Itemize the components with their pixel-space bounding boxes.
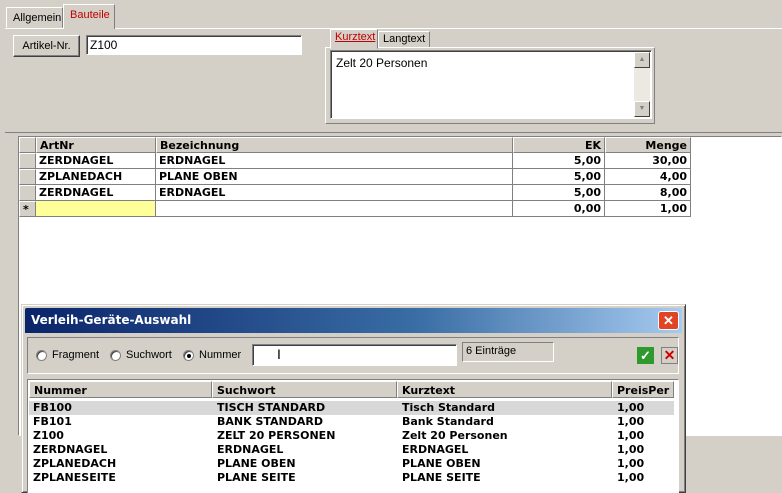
memo-scrollbar[interactable]: ▲ ▼	[634, 52, 650, 117]
list-item[interactable]: FB101 BANK STANDARD Bank Standard 1,00	[29, 415, 674, 429]
new-row-marker[interactable]: *	[19, 201, 36, 217]
list-cell-nummer: FB100	[33, 401, 72, 414]
tab-langtext[interactable]: Langtext	[378, 31, 430, 48]
radio-nummer-label[interactable]: Nummer	[199, 349, 241, 361]
list-cell-suchwort: PLANE OBEN	[217, 457, 296, 470]
grid-header-ek[interactable]: EK	[513, 137, 605, 153]
list-cell-nummer: ZPLANEDACH	[33, 457, 117, 470]
grid-header-bezeichnung[interactable]: Bezeichnung	[156, 137, 513, 153]
grid-cell-ek[interactable]: 5,00	[513, 153, 605, 169]
list-item[interactable]: FB100 TISCH STANDARD Tisch Standard 1,00	[29, 401, 674, 415]
grid-cell-bezeichnung[interactable]: ERDNAGEL	[156, 153, 513, 169]
list-item[interactable]: ZERDNAGEL ERDNAGEL ERDNAGEL 1,00	[29, 443, 674, 457]
list-cell-suchwort: BANK STANDARD	[217, 415, 323, 428]
row-marker[interactable]	[19, 169, 36, 185]
filter-panel: Fragment Suchwort Nummer I 6 Einträge ✓ …	[27, 337, 679, 374]
tab-label: Langtext	[383, 33, 426, 45]
grid-cell-artnr[interactable]: ZERDNAGEL	[36, 153, 156, 169]
grid-corner	[19, 137, 36, 153]
list-cell-preisper: 1,00	[617, 429, 645, 442]
list-header-preisper[interactable]: PreisPer	[612, 381, 674, 398]
tab-label: Allgemein	[13, 12, 62, 24]
list-header-nummer[interactable]: Nummer	[29, 381, 212, 398]
list-cell-preisper: 1,00	[617, 457, 645, 470]
grid-cell-ek-new[interactable]: 0,00	[513, 201, 605, 217]
cancel-x-icon[interactable]: ✕	[661, 347, 678, 364]
list-cell-kurztext: Zelt 20 Personen	[402, 429, 508, 442]
grid-cell-menge-new[interactable]: 1,00	[605, 201, 691, 217]
list-header-kurztext[interactable]: Kurztext	[397, 381, 612, 398]
list-cell-kurztext: ERDNAGEL	[402, 443, 469, 456]
tab-panel-bottom-border	[5, 132, 782, 133]
list-cell-preisper: 1,00	[617, 443, 645, 456]
grid-cell-artnr-new[interactable]	[36, 201, 156, 217]
scroll-down-icon[interactable]: ▼	[634, 101, 650, 117]
list-cell-preisper: 1,00	[617, 471, 645, 484]
list-cell-kurztext: PLANE SEITE	[402, 471, 481, 484]
list-cell-nummer: ZPLANESEITE	[33, 471, 116, 484]
radio-suchwort[interactable]	[110, 350, 121, 361]
grid-cell-bezeichnung[interactable]: ERDNAGEL	[156, 185, 513, 201]
grid-cell-menge[interactable]: 4,00	[605, 169, 691, 185]
artikel-nr-button[interactable]: Artikel-Nr.	[13, 35, 80, 57]
artikel-nr-input[interactable]: Z100	[86, 35, 302, 55]
tab-label: Kurztext	[335, 31, 376, 43]
dialog-title: Verleih-Geräte-Auswahl	[31, 313, 192, 327]
close-icon[interactable]: ✕	[658, 311, 679, 330]
list-cell-suchwort: TISCH STANDARD	[217, 401, 326, 414]
list-cell-nummer: ZERDNAGEL	[33, 443, 108, 456]
grid-cell-artnr[interactable]: ZPLANEDACH	[36, 169, 156, 185]
dialog-titlebar[interactable]: Verleih-Geräte-Auswahl ✕	[25, 308, 682, 333]
grid-cell-bezeichnung[interactable]: PLANE OBEN	[156, 169, 513, 185]
list-cell-nummer: FB101	[33, 415, 72, 428]
radio-nummer[interactable]	[183, 350, 194, 361]
radio-suchwort-label[interactable]: Suchwort	[126, 349, 172, 361]
search-input[interactable]: I	[252, 344, 457, 366]
radio-fragment[interactable]	[36, 350, 47, 361]
tab-bauteile[interactable]: Bauteile	[63, 4, 115, 29]
row-marker[interactable]	[19, 153, 36, 169]
grid-cell-ek[interactable]: 5,00	[513, 185, 605, 201]
list-cell-preisper: 1,00	[617, 415, 645, 428]
list-item[interactable]: ZPLANEDACH PLANE OBEN PLANE OBEN 1,00	[29, 457, 674, 471]
radio-fragment-label[interactable]: Fragment	[52, 349, 99, 361]
grid-cell-artnr[interactable]: ZERDNAGEL	[36, 185, 156, 201]
text-cursor-icon: I	[277, 346, 281, 362]
entry-count: 6 Einträge	[462, 342, 554, 362]
tab-panel-border	[5, 28, 782, 29]
list-cell-suchwort: ERDNAGEL	[217, 443, 284, 456]
geraete-list[interactable]: Nummer Suchwort Kurztext PreisPer FB100 …	[27, 379, 679, 493]
grid-cell-menge[interactable]: 8,00	[605, 185, 691, 201]
kurztext-textarea[interactable]: Zelt 20 Personen ▲ ▼	[330, 50, 652, 119]
list-cell-suchwort: ZELT 20 PERSONEN	[217, 429, 336, 442]
tab-label: Bauteile	[70, 9, 110, 21]
list-cell-preisper: 1,00	[617, 401, 645, 414]
list-item[interactable]: ZPLANESEITE PLANE SEITE PLANE SEITE 1,00	[29, 471, 674, 485]
list-header-suchwort[interactable]: Suchwort	[212, 381, 397, 398]
grid-cell-bezeichnung-new[interactable]	[156, 201, 513, 217]
list-cell-suchwort: PLANE SEITE	[217, 471, 296, 484]
list-item[interactable]: Z100 ZELT 20 PERSONEN Zelt 20 Personen 1…	[29, 429, 674, 443]
grid-header-menge[interactable]: Menge	[605, 137, 691, 153]
ok-check-icon[interactable]: ✓	[637, 347, 654, 364]
list-cell-kurztext: Bank Standard	[402, 415, 494, 428]
grid-header-artnr[interactable]: ArtNr	[36, 137, 156, 153]
verleih-geraete-dialog[interactable]: Verleih-Geräte-Auswahl ✕ Fragment Suchwo…	[21, 304, 686, 493]
grid-cell-menge[interactable]: 30,00	[605, 153, 691, 169]
grid-cell-ek[interactable]: 5,00	[513, 169, 605, 185]
scroll-up-icon[interactable]: ▲	[634, 52, 650, 68]
list-cell-kurztext: PLANE OBEN	[402, 457, 481, 470]
list-cell-kurztext: Tisch Standard	[402, 401, 496, 414]
kurztext-value: Zelt 20 Personen	[336, 56, 428, 70]
row-marker[interactable]	[19, 185, 36, 201]
list-cell-nummer: Z100	[33, 429, 64, 442]
tab-allgemein[interactable]: Allgemein	[6, 7, 63, 28]
tab-kurztext[interactable]: Kurztext	[330, 29, 378, 49]
